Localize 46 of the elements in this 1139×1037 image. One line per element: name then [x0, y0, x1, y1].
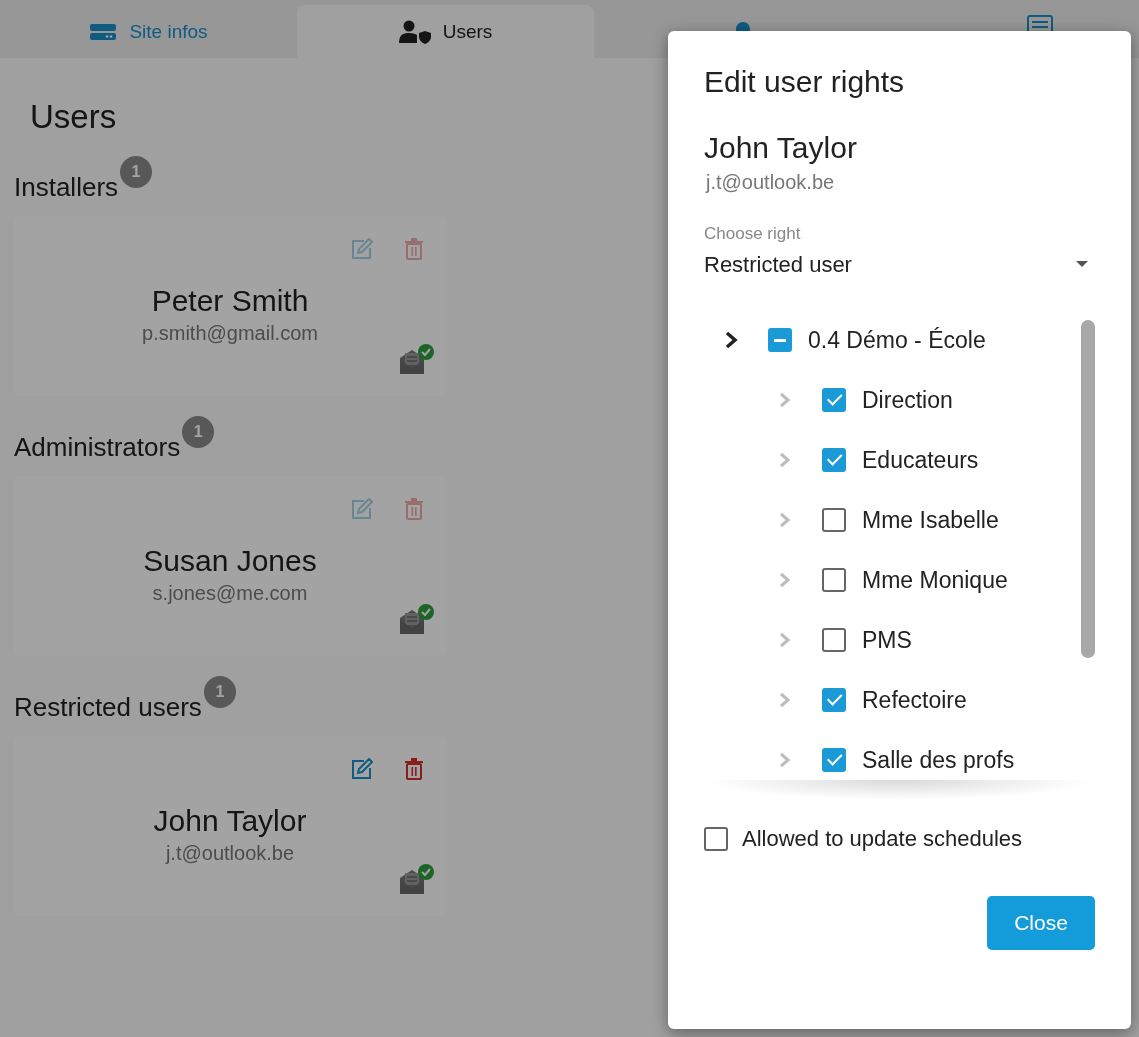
- user-email: s.jones@me.com: [151, 582, 309, 605]
- mail-check-icon: [398, 344, 434, 376]
- checkbox[interactable]: [822, 628, 846, 652]
- edit-icon: [350, 758, 374, 780]
- user-email: j.t@outlook.be: [164, 842, 296, 865]
- server-icon: [89, 22, 118, 41]
- right-select[interactable]: Choose right Restricted user: [704, 224, 1095, 278]
- tree-item-label: Mme Isabelle: [862, 506, 999, 534]
- count-badge: 1: [120, 156, 153, 188]
- trash-icon: [404, 758, 424, 780]
- user-name: Susan Jones: [142, 544, 318, 578]
- user-shield-icon: [398, 19, 431, 44]
- mail-check-icon: [398, 604, 434, 636]
- checkbox[interactable]: [822, 748, 846, 772]
- caret-icon: [1075, 260, 1089, 268]
- user-name: Peter Smith: [150, 284, 310, 318]
- tree-item-label: Refectoire: [862, 686, 967, 714]
- checkbox[interactable]: [822, 388, 846, 412]
- tab[interactable]: Users: [297, 5, 594, 58]
- dialog-title: Edit user rights: [704, 65, 906, 99]
- chevron-icon[interactable]: [724, 331, 738, 349]
- tree-item-label: Salle des profs: [862, 746, 1015, 774]
- page-title: Users: [30, 98, 118, 136]
- scrollbar[interactable]: [1081, 320, 1095, 658]
- tree-item-label: Direction: [862, 386, 953, 414]
- checkbox[interactable]: [768, 328, 792, 352]
- count-badge: 1: [203, 676, 236, 708]
- tree-item-label: PMS: [862, 626, 912, 654]
- tree-item-label: 0.4 Démo - École: [808, 326, 986, 354]
- user-name: John Taylor: [152, 804, 308, 838]
- group-title: Administrators: [14, 432, 181, 463]
- checkbox[interactable]: [704, 827, 728, 851]
- checkbox[interactable]: [822, 688, 846, 712]
- checkbox[interactable]: [822, 448, 846, 472]
- checkbox-label: Allowed to update schedules: [742, 826, 1023, 852]
- mail-check-icon: [398, 864, 434, 896]
- user-email: p.smith@gmail.com: [141, 322, 319, 345]
- group-title: Installers: [14, 172, 119, 203]
- tree-item-label: Educateurs: [862, 446, 979, 474]
- tree-item-label: Mme Monique: [862, 566, 1008, 594]
- user-name: John Taylor: [704, 131, 858, 165]
- count-badge: 1: [182, 416, 215, 448]
- user-email: j.t@outlook.be: [706, 171, 836, 194]
- group-title: Restricted users: [14, 692, 202, 723]
- checkbox[interactable]: [822, 508, 846, 532]
- checkbox[interactable]: [822, 568, 846, 592]
